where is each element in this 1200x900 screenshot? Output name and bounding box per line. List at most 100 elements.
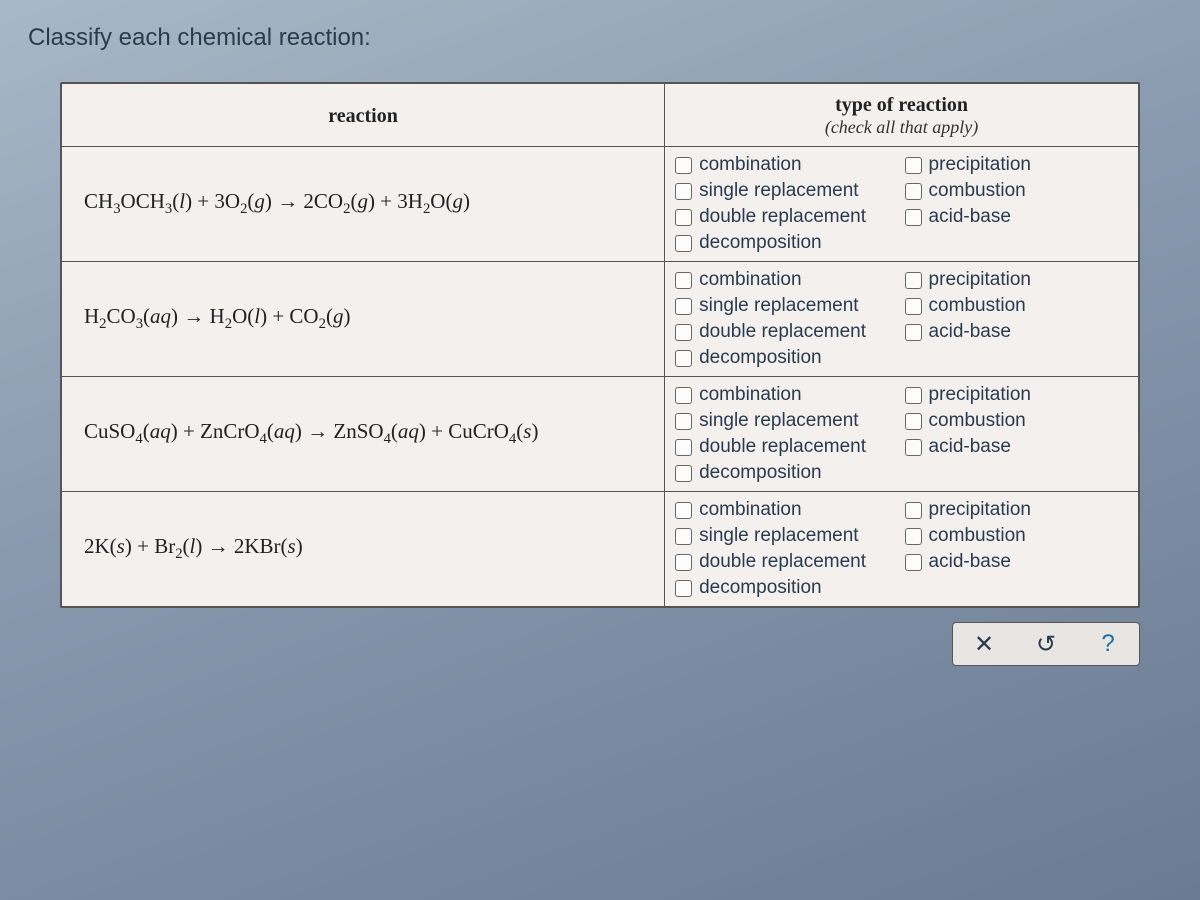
reaction-cell: CH3OCH3(l) + 3O2(g) → 2CO2(g) + 3H2O(g) (62, 147, 665, 262)
table-row: 2K(s) + Br2(l) → 2KBr(s)combinationpreci… (62, 492, 1139, 607)
option-label: double replacement (699, 321, 866, 343)
option-single-replacement[interactable]: single replacement (675, 524, 898, 548)
option-label: combination (699, 499, 801, 521)
option-label: combination (699, 154, 801, 176)
question-prompt: Classify each chemical reaction: (0, 0, 1200, 62)
option-empty (905, 242, 1128, 244)
option-decomposition[interactable]: decomposition (675, 461, 898, 485)
checkbox-icon[interactable] (905, 439, 922, 456)
header-type-main: type of reaction (835, 94, 968, 116)
option-combination[interactable]: combination (675, 498, 898, 522)
checkbox-icon[interactable] (905, 528, 922, 545)
option-label: decomposition (699, 232, 822, 254)
reaction-table: reaction type of reaction (check all tha… (60, 82, 1140, 608)
option-label: precipitation (929, 269, 1031, 291)
checkbox-icon[interactable] (675, 387, 692, 404)
option-label: acid-base (929, 436, 1011, 458)
option-combination[interactable]: combination (675, 268, 898, 292)
clear-button[interactable]: ✕ (953, 623, 1015, 665)
checkbox-icon[interactable] (905, 554, 922, 571)
option-decomposition[interactable]: decomposition (675, 576, 898, 600)
reaction-cell: CuSO4(aq) + ZnCrO4(aq) → ZnSO4(aq) + CuC… (62, 377, 665, 492)
option-label: precipitation (929, 384, 1031, 406)
checkbox-icon[interactable] (905, 272, 922, 289)
option-combustion[interactable]: combustion (905, 409, 1128, 433)
option-label: single replacement (699, 410, 858, 432)
option-label: double replacement (699, 206, 866, 228)
option-label: decomposition (699, 577, 822, 599)
option-double-replacement[interactable]: double replacement (675, 550, 898, 574)
option-single-replacement[interactable]: single replacement (675, 179, 898, 203)
checkbox-icon[interactable] (905, 157, 922, 174)
help-button[interactable]: ? (1077, 623, 1139, 665)
option-label: combustion (929, 180, 1026, 202)
option-single-replacement[interactable]: single replacement (675, 294, 898, 318)
option-precipitation[interactable]: precipitation (905, 153, 1128, 177)
choices-cell: combination precipitation single replaceme… (665, 147, 1139, 262)
option-double-replacement[interactable]: double replacement (675, 205, 898, 229)
option-acid-base[interactable]: acid-base (905, 320, 1128, 344)
checkbox-icon[interactable] (905, 413, 922, 430)
option-label: precipitation (929, 499, 1031, 521)
option-acid-base[interactable]: acid-base (905, 435, 1128, 459)
option-combination[interactable]: combination (675, 383, 898, 407)
reset-button[interactable]: ↺ (1015, 623, 1077, 665)
option-single-replacement[interactable]: single replacement (675, 409, 898, 433)
checkbox-icon[interactable] (675, 209, 692, 226)
option-double-replacement[interactable]: double replacement (675, 435, 898, 459)
header-type: type of reaction (check all that apply) (665, 84, 1139, 147)
option-combustion[interactable]: combustion (905, 294, 1128, 318)
checkbox-icon[interactable] (675, 157, 692, 174)
option-acid-base[interactable]: acid-base (905, 205, 1128, 229)
option-precipitation[interactable]: precipitation (905, 268, 1128, 292)
option-acid-base[interactable]: acid-base (905, 550, 1128, 574)
reaction-cell: H2CO3(aq) → H2O(l) + CO2(g) (62, 262, 665, 377)
checkbox-icon[interactable] (905, 324, 922, 341)
option-label: single replacement (699, 295, 858, 317)
checkbox-icon[interactable] (675, 272, 692, 289)
checkbox-icon[interactable] (675, 554, 692, 571)
option-label: single replacement (699, 180, 858, 202)
checkbox-icon[interactable] (675, 298, 692, 315)
checkbox-icon[interactable] (675, 528, 692, 545)
checkbox-icon[interactable] (675, 235, 692, 252)
option-label: acid-base (929, 321, 1011, 343)
option-double-replacement[interactable]: double replacement (675, 320, 898, 344)
table-row: CH3OCH3(l) + 3O2(g) → 2CO2(g) + 3H2O(g)c… (62, 147, 1139, 262)
header-type-sub: (check all that apply) (673, 117, 1130, 138)
answer-toolbar: ✕ ↺ ? (952, 622, 1140, 666)
option-label: acid-base (929, 206, 1011, 228)
checkbox-icon[interactable] (905, 183, 922, 200)
option-decomposition[interactable]: decomposition (675, 231, 898, 255)
option-decomposition[interactable]: decomposition (675, 346, 898, 370)
checkbox-icon[interactable] (675, 183, 692, 200)
checkbox-icon[interactable] (675, 324, 692, 341)
option-label: double replacement (699, 436, 866, 458)
checkbox-icon[interactable] (675, 465, 692, 482)
option-label: combustion (929, 295, 1026, 317)
checkbox-icon[interactable] (905, 502, 922, 519)
option-precipitation[interactable]: precipitation (905, 383, 1128, 407)
option-label: combination (699, 269, 801, 291)
option-label: double replacement (699, 551, 866, 573)
checkbox-icon[interactable] (905, 298, 922, 315)
option-precipitation[interactable]: precipitation (905, 498, 1128, 522)
option-label: decomposition (699, 462, 822, 484)
checkbox-icon[interactable] (675, 413, 692, 430)
table-row: H2CO3(aq) → H2O(l) + CO2(g) combination pr… (62, 262, 1139, 377)
checkbox-icon[interactable] (675, 350, 692, 367)
choices-cell: combination precipitation single replaceme… (665, 262, 1139, 377)
checkbox-icon[interactable] (675, 439, 692, 456)
checkbox-icon[interactable] (905, 387, 922, 404)
choices-cell: combination precipitation single replaceme… (665, 377, 1139, 492)
option-label: combustion (929, 410, 1026, 432)
option-label: combination (699, 384, 801, 406)
checkbox-icon[interactable] (675, 502, 692, 519)
option-combustion[interactable]: combustion (905, 524, 1128, 548)
option-combination[interactable]: combination (675, 153, 898, 177)
checkbox-icon[interactable] (905, 209, 922, 226)
option-label: single replacement (699, 525, 858, 547)
checkbox-icon[interactable] (675, 580, 692, 597)
option-label: combustion (929, 525, 1026, 547)
option-combustion[interactable]: combustion (905, 179, 1128, 203)
